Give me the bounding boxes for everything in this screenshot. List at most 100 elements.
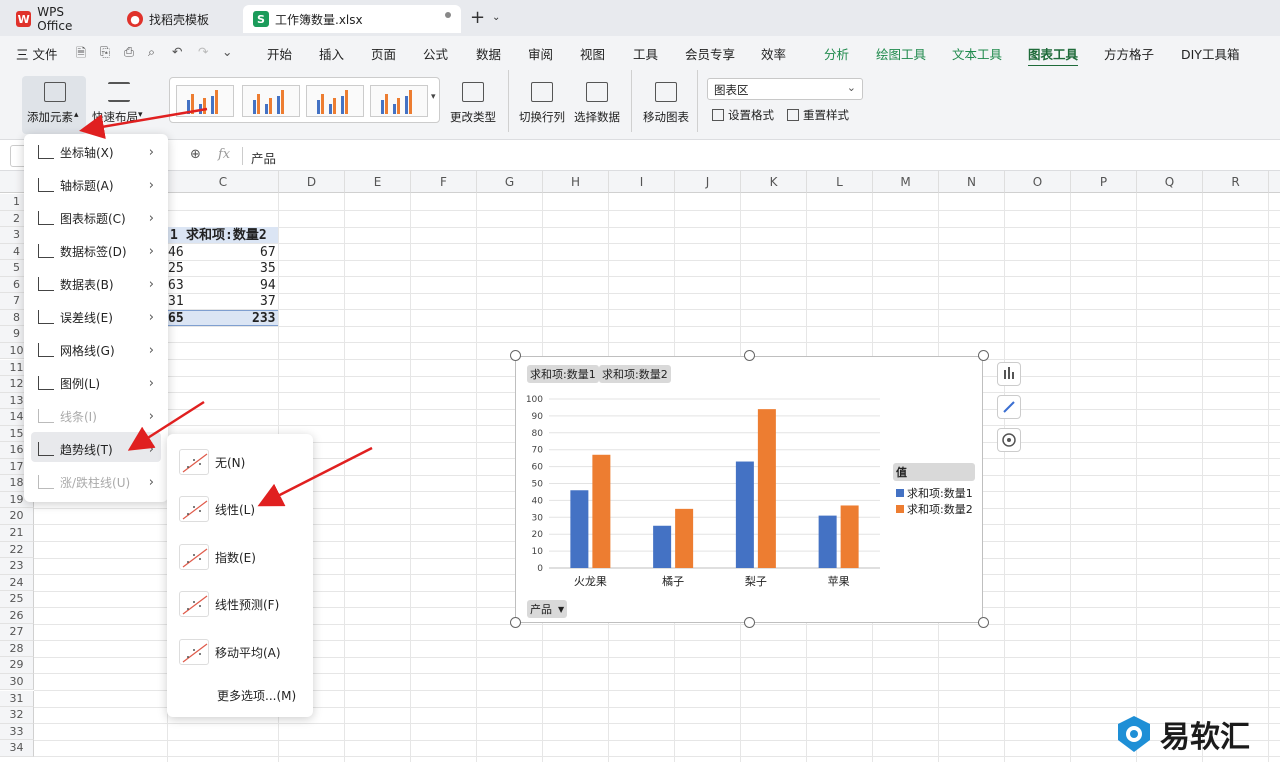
cell-b7[interactable]: 31 <box>168 294 184 310</box>
axis-field-button[interactable]: 产品 ▼ <box>527 600 568 618</box>
column-header-K[interactable]: K <box>741 171 807 193</box>
resize-handle-bottom-left[interactable] <box>510 617 521 628</box>
row-header-25[interactable]: 25 <box>0 591 34 608</box>
add-element-menu-item-3[interactable]: 数据标签(D) › <box>24 236 168 266</box>
row-header-30[interactable]: 30 <box>0 673 34 691</box>
menu-member[interactable]: 会员专享 <box>685 44 735 63</box>
chart-style-side-button[interactable] <box>997 395 1021 419</box>
menu-chart-tools[interactable]: 图表工具 <box>1028 44 1079 67</box>
trendline-option-1[interactable]: 线性(L) <box>179 496 255 522</box>
file-menu[interactable]: 三 文件 <box>16 44 57 63</box>
menu-analysis[interactable]: 分析 <box>824 44 849 63</box>
row-header-20[interactable]: 20 <box>0 508 34 525</box>
redo-icon[interactable]: ↷ <box>198 44 208 59</box>
quick-layout-button[interactable]: 快速布局 ▾ <box>90 76 150 134</box>
switch-row-col-button[interactable]: 切换行列 <box>517 76 567 134</box>
cell-b6[interactable]: 63 <box>168 278 184 294</box>
tab-workbook[interactable]: S 工作簿数量.xlsx <box>243 5 461 33</box>
chart-settings-side-button[interactable] <box>997 428 1021 452</box>
add-element-menu-item-4[interactable]: 数据表(B) › <box>24 269 168 299</box>
zoom-formula-icon[interactable]: ⊕ <box>190 147 201 162</box>
formula-input[interactable]: 产品 <box>251 148 276 167</box>
trendline-option-0[interactable]: 无(N) <box>179 449 245 475</box>
menu-text-tools[interactable]: 文本工具 <box>952 44 1002 63</box>
legend-title[interactable]: 值 <box>893 463 975 481</box>
chart-object[interactable]: 求和项:数量1 求和项:数量2 0 10 20 30 40 50 60 70 80 90 100 火龙… <box>515 356 983 623</box>
tab-wps-office[interactable]: W WPS Office <box>6 5 110 33</box>
trendline-option-3[interactable]: 线性预测(F) <box>179 591 279 617</box>
trendline-option-2[interactable]: 指数(E) <box>179 544 256 570</box>
add-element-menu-item-1[interactable]: 轴标题(A) › <box>24 170 168 200</box>
cell-c4[interactable]: 67 <box>260 245 276 261</box>
row-header-32[interactable]: 32 <box>0 707 34 724</box>
more-quick-chevron-icon[interactable]: ⌄ <box>222 44 232 59</box>
cell-b8[interactable]: 65 <box>168 311 184 327</box>
menu-page[interactable]: 页面 <box>371 44 396 63</box>
column-header-E[interactable]: E <box>345 171 411 193</box>
cell-c8[interactable]: 233 <box>252 311 275 327</box>
function-fx-icon[interactable]: fx <box>218 147 230 162</box>
chart-style-1[interactable] <box>176 85 234 117</box>
cell-b4[interactable]: 46 <box>168 245 184 261</box>
row-header-27[interactable]: 27 <box>0 624 34 641</box>
column-header-Q[interactable]: Q <box>1137 171 1203 193</box>
add-element-button[interactable]: 添加元素 ▴ <box>22 76 86 134</box>
chart-style-3[interactable] <box>306 85 364 117</box>
menu-review[interactable]: 审阅 <box>528 44 553 63</box>
export-pdf-icon[interactable]: ⎘ <box>100 44 110 60</box>
menu-data[interactable]: 数据 <box>476 44 501 63</box>
column-header-L[interactable]: L <box>807 171 873 193</box>
menu-insert[interactable]: 插入 <box>319 44 344 63</box>
cell-b3[interactable]: 1 <box>170 228 178 244</box>
row-header-28[interactable]: 28 <box>0 640 34 658</box>
chart-style-2[interactable] <box>242 85 300 117</box>
column-header-I[interactable]: I <box>609 171 675 193</box>
add-element-menu-item-9[interactable]: 趋势线(T) › <box>24 434 168 464</box>
chart-style-4[interactable] <box>370 85 428 117</box>
row-header-26[interactable]: 26 <box>0 607 34 625</box>
chart-element-select[interactable]: 图表区 ⌄ <box>707 78 863 100</box>
add-element-menu-item-2[interactable]: 图表标题(C) › <box>24 203 168 233</box>
print-icon[interactable]: ⎙ <box>124 44 134 60</box>
cell-c6[interactable]: 94 <box>260 278 276 294</box>
add-element-menu-item-6[interactable]: 网格线(G) › <box>24 335 168 365</box>
resize-handle-top-left[interactable] <box>510 350 521 361</box>
save-icon[interactable]: 🗎 <box>76 44 86 65</box>
menu-start[interactable]: 开始 <box>267 44 292 63</box>
column-header-M[interactable]: M <box>873 171 939 193</box>
column-header-C[interactable]: C <box>168 171 279 193</box>
resize-handle-top-right[interactable] <box>978 350 989 361</box>
gallery-more-icon[interactable]: ▾ <box>431 92 436 102</box>
select-data-button[interactable]: 选择数据 <box>572 76 622 134</box>
change-type-button[interactable]: 更改类型 <box>448 76 498 134</box>
menu-view[interactable]: 视图 <box>580 44 605 63</box>
trendline-more-options[interactable]: 更多选项...(M) <box>217 687 296 704</box>
add-element-menu-item-5[interactable]: 误差线(E) › <box>24 302 168 332</box>
menu-efficiency[interactable]: 效率 <box>761 44 786 63</box>
column-header-G[interactable]: G <box>477 171 543 193</box>
cell-c5[interactable]: 35 <box>260 261 276 277</box>
column-header-D[interactable]: D <box>279 171 345 193</box>
new-tab-plus-icon[interactable]: + <box>470 7 485 28</box>
column-header-R[interactable]: R <box>1203 171 1269 193</box>
chart-elements-side-button[interactable] <box>997 362 1021 386</box>
cell-c3[interactable]: 求和项:数量2 <box>186 228 267 244</box>
column-header-J[interactable]: J <box>675 171 741 193</box>
move-chart-button[interactable]: 移动图表 <box>641 76 691 134</box>
reset-style-button[interactable]: 重置样式 <box>787 106 849 124</box>
row-header-29[interactable]: 29 <box>0 657 34 674</box>
column-header-F[interactable]: F <box>411 171 477 193</box>
unsaved-dot-icon[interactable] <box>445 12 451 18</box>
cell-b5[interactable]: 25 <box>168 261 184 277</box>
undo-icon[interactable]: ↶ <box>172 44 182 59</box>
row-header-24[interactable]: 24 <box>0 574 34 592</box>
column-header-O[interactable]: O <box>1005 171 1071 193</box>
menu-fangfang[interactable]: 方方格子 <box>1104 44 1154 63</box>
row-header-34[interactable]: 34 <box>0 740 34 757</box>
resize-handle-bottom-right[interactable] <box>978 617 989 628</box>
menu-formula[interactable]: 公式 <box>423 44 448 63</box>
tab-list-chevron-icon[interactable]: ⌄ <box>492 12 500 23</box>
cell-c7[interactable]: 37 <box>260 294 276 310</box>
add-element-menu-item-7[interactable]: 图例(L) › <box>24 368 168 398</box>
set-format-button[interactable]: 设置格式 <box>712 106 774 124</box>
